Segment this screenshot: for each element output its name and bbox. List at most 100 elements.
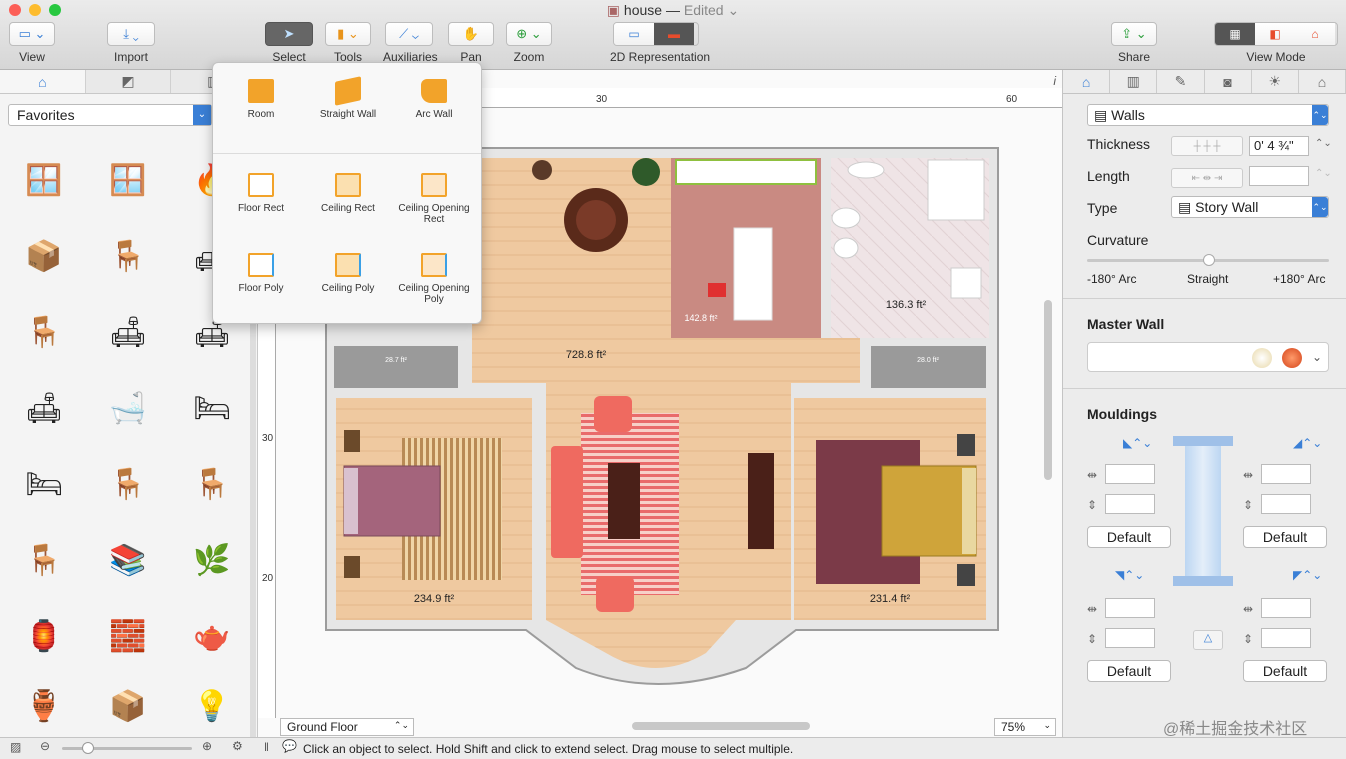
tools-button[interactable]: ▮ ⌄ Tools (324, 22, 372, 64)
import-button[interactable]: ⤓ ⌄ Import (106, 22, 156, 64)
arched-window-icon[interactable]: 🪟 (102, 154, 154, 206)
share-button[interactable]: ⇪ ⌄ Share (1110, 22, 1158, 64)
room-label: 136.3 ft² (886, 299, 927, 311)
room-label: 234.9 ft² (414, 593, 455, 605)
moulding-height-field[interactable] (1261, 494, 1311, 514)
moulding-height-field[interactable] (1261, 628, 1311, 648)
lamp-icon[interactable]: 💡 (186, 680, 238, 732)
horizontal-scrollbar[interactable] (632, 722, 810, 730)
plan-3d-icon[interactable]: ▬ (654, 23, 694, 45)
plan-view-icon[interactable]: ▦ (1215, 23, 1255, 45)
zoom-out-icon[interactable]: ⊖ (40, 739, 50, 753)
top-right-moulding-icon[interactable]: ◢⌃⌄ (1293, 436, 1322, 450)
ceiling-opening-poly-tool[interactable]: Ceiling Opening Poly (391, 253, 477, 305)
ceiling-poly-tool[interactable]: Ceiling Poly (305, 253, 391, 294)
object-type-select[interactable]: ▤ Walls ⌃⌄ (1087, 104, 1329, 126)
info-icon[interactable]: i (1053, 74, 1056, 88)
pan-button[interactable]: ✋ Pan (448, 22, 494, 64)
3d-view-icon[interactable]: ⌂ (1295, 23, 1335, 45)
room-tool[interactable]: Room (218, 79, 304, 120)
moulding-width-field[interactable] (1105, 464, 1155, 484)
floor-select[interactable]: Ground Floor ⌃⌄ (280, 718, 414, 736)
wooden-chair-icon[interactable]: 🪑 (18, 534, 70, 586)
default-button[interactable]: Default (1243, 526, 1327, 548)
toolbar: ▣ house — Edited ⌄ ▭ ⌄ View ⤓ ⌄ Import ➤… (0, 0, 1346, 70)
pink-armchair-icon[interactable]: 🛋 (102, 306, 154, 358)
object-tab-icon[interactable]: ⌂ (1063, 70, 1111, 93)
bottom-left-moulding-icon[interactable]: ◥⌃⌄ (1115, 568, 1144, 582)
bathtub-icon[interactable]: 🛁 (102, 382, 154, 434)
house-tab-icon[interactable]: ⌂ (1299, 70, 1346, 93)
pink-chair-icon[interactable]: 🪑 (18, 306, 70, 358)
pencil-tab-icon[interactable]: ✎ (1157, 70, 1205, 93)
moulding-width-field[interactable] (1261, 598, 1311, 618)
thickness-alignment[interactable]: ┼ ┼ ┼ (1171, 136, 1243, 156)
zoom-select[interactable]: 75% ⌄ (994, 718, 1056, 736)
box-small-icon[interactable]: 📦 (102, 680, 154, 732)
teapot-icon[interactable]: 🫖 (186, 610, 238, 662)
master-wall-select[interactable]: ⌄ (1087, 342, 1329, 372)
arc-wall-tool[interactable]: Arc Wall (391, 79, 477, 120)
width-icon: ⇹ (1243, 468, 1254, 482)
wall-type-select[interactable]: ▤ Story Wall ⌃⌄ (1171, 196, 1329, 218)
material-swatch-cream (1252, 348, 1272, 368)
yellow-sofa-icon[interactable]: 🛋 (18, 382, 70, 434)
moulding-height-field[interactable] (1105, 494, 1155, 514)
ceiling-opening-rect-tool[interactable]: Ceiling Opening Rect (391, 173, 477, 225)
auxiliaries-button[interactable]: ⟋ ⌄ Auxiliaries (383, 22, 438, 64)
view-button[interactable]: ▭ ⌄ View (8, 22, 56, 64)
help-bubble-icon: 💬 (282, 739, 297, 753)
camera-tab-icon[interactable]: ◙ (1205, 70, 1252, 93)
thickness-field[interactable]: 0' 4 ¾" (1249, 136, 1309, 156)
width-icon: ⇹ (1087, 468, 1098, 482)
zoom-in-icon[interactable]: ⊕ (202, 739, 212, 753)
window-icon[interactable]: 🪟 (18, 154, 70, 206)
sidebar-toggle-icon[interactable]: ‖ (264, 740, 269, 754)
building-tab-icon[interactable]: ▥ (1110, 70, 1158, 93)
default-button[interactable]: Default (1087, 526, 1171, 548)
red-chair-icon[interactable]: 🪑 (102, 458, 154, 510)
materials-tab-icon[interactable]: ◩ (86, 70, 172, 93)
top-left-moulding-icon[interactable]: ◣⌃⌄ (1123, 436, 1152, 450)
story-wall-icon: ▤ (1178, 199, 1196, 215)
image-icon[interactable]: ▨ (10, 740, 21, 754)
length-field[interactable] (1249, 166, 1309, 186)
furniture-tab-icon[interactable]: ⌂ (0, 70, 86, 93)
light-tab-icon[interactable]: ☀ (1252, 70, 1299, 93)
plan-2d-icon[interactable]: ▭ (614, 23, 654, 45)
length-alignment[interactable]: ⇤ ⇹ ⇥ (1171, 168, 1243, 188)
default-button[interactable]: Default (1243, 660, 1327, 682)
category-select[interactable]: Favorites ⌄ (8, 104, 212, 126)
length-stepper[interactable]: ⌃⌄ (1315, 168, 1332, 179)
icon-size-slider-knob[interactable] (82, 742, 94, 754)
width-icon: ⇹ (1087, 602, 1098, 616)
curvature-slider-knob[interactable] (1203, 254, 1215, 266)
single-bed-icon[interactable]: 🛏 (18, 458, 70, 510)
vertical-scrollbar[interactable] (1044, 300, 1052, 480)
ceiling-rect-tool[interactable]: Ceiling Rect (305, 173, 391, 214)
zoom-button[interactable]: ⊕ ⌄ Zoom (506, 22, 552, 64)
floor-poly-tool[interactable]: Floor Poly (218, 253, 304, 294)
mixed-view-icon[interactable]: ◧ (1255, 23, 1295, 45)
default-button[interactable]: Default (1087, 660, 1171, 682)
gear-icon[interactable]: ⚙ (232, 739, 243, 753)
blue-chair-icon[interactable]: 🪑 (186, 458, 238, 510)
moulding-height-field[interactable] (1105, 628, 1155, 648)
bottom-right-moulding-icon[interactable]: ◤⌃⌄ (1293, 568, 1322, 582)
fireplace-brick-icon[interactable]: 🧱 (102, 610, 154, 662)
floor-rect-tool[interactable]: Floor Rect (218, 173, 304, 214)
lantern-icon[interactable]: 🏮 (18, 610, 70, 662)
straight-wall-tool[interactable]: Straight Wall (305, 76, 391, 120)
box-icon[interactable]: 📦 (18, 230, 70, 282)
link-moulding-icon[interactable]: △ (1193, 630, 1223, 650)
moulding-width-field[interactable] (1105, 598, 1155, 618)
select-button[interactable]: ➤ Select (264, 22, 314, 64)
plant-icon[interactable]: 🌿 (186, 534, 238, 586)
bookshelf-icon[interactable]: 📚 (102, 534, 154, 586)
bed-icon[interactable]: 🛏 (186, 382, 238, 434)
thickness-stepper[interactable]: ⌃⌄ (1315, 138, 1332, 149)
egg-chair-icon[interactable]: 🪑 (102, 230, 154, 282)
tools-popover: Room Straight Wall Arc Wall Floor Rect C… (212, 62, 482, 324)
moulding-width-field[interactable] (1261, 464, 1311, 484)
jar-icon[interactable]: 🏺 (18, 680, 70, 732)
